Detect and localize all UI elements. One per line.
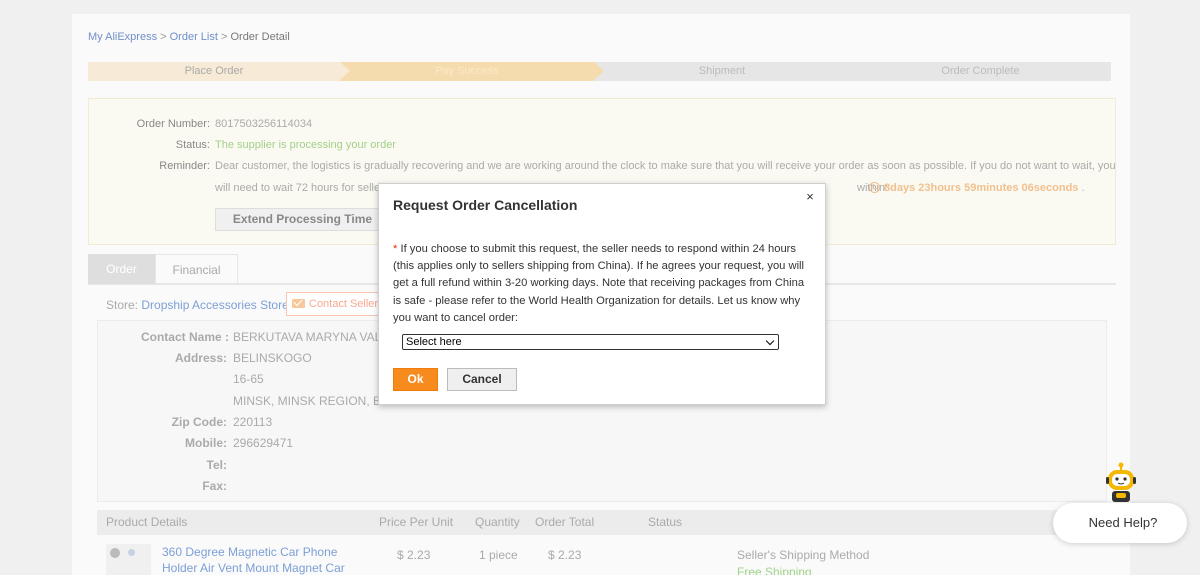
cancel-reason-selected-value: Select here bbox=[406, 336, 462, 348]
cancel-button[interactable]: Cancel bbox=[447, 368, 517, 391]
ok-button[interactable]: Ok bbox=[393, 368, 438, 391]
cancel-order-dialog: Request Order Cancellation × * If you ch… bbox=[378, 183, 826, 405]
dialog-message: * If you choose to submit this request, … bbox=[393, 241, 815, 327]
help-robot-icon[interactable] bbox=[1101, 462, 1141, 504]
need-help-button[interactable]: Need Help? bbox=[1053, 503, 1187, 543]
dialog-message-text: If you choose to submit this request, th… bbox=[393, 243, 805, 324]
chevron-down-icon bbox=[765, 336, 775, 346]
close-icon[interactable]: × bbox=[803, 190, 817, 204]
cancel-reason-select[interactable]: Select here bbox=[402, 334, 779, 350]
dialog-title: Request Order Cancellation bbox=[393, 197, 578, 213]
